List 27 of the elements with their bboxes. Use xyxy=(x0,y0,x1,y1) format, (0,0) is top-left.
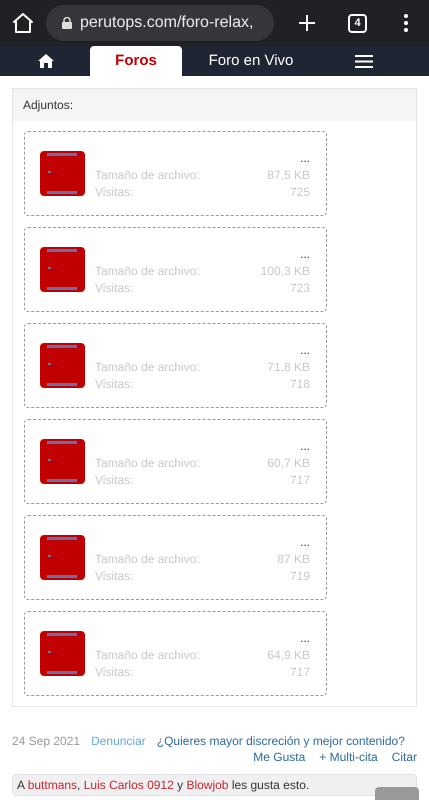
tab-count[interactable]: 4 xyxy=(348,14,367,32)
promo-link[interactable]: ¿Quieres mayor discreción y mejor contenido? xyxy=(156,733,405,749)
more-icon[interactable] xyxy=(403,13,409,33)
attachment-name[interactable]: ... xyxy=(300,342,310,358)
attachment-name[interactable]: ... xyxy=(300,630,310,646)
attachment-name[interactable]: ... xyxy=(300,246,310,262)
panel-title: Adjuntos: xyxy=(23,97,74,114)
user-link[interactable]: buttmans xyxy=(28,776,78,794)
home-icon xyxy=(38,54,54,68)
attachment-name[interactable]: ... xyxy=(300,438,310,454)
user-link[interactable]: Blowjob xyxy=(186,776,228,794)
home-icon[interactable] xyxy=(12,12,34,34)
post-action-link[interactable]: + Multi-cita xyxy=(319,749,378,765)
attachment-name[interactable]: ... xyxy=(300,534,310,550)
post-action-link[interactable]: Citar xyxy=(392,749,417,765)
menu-icon xyxy=(355,54,373,68)
nav-tab[interactable]: Foro en Vivo xyxy=(182,46,320,76)
attachment-name[interactable]: ... xyxy=(300,150,310,166)
url-field[interactable]: perutops.com/foro-relax, xyxy=(46,5,274,41)
post-action-link[interactable]: Me Gusta xyxy=(253,749,306,765)
url-text: perutops.com/foro-relax, xyxy=(80,13,254,33)
nav-tab[interactable]: Foros xyxy=(90,46,182,76)
plus-icon[interactable] xyxy=(298,14,316,32)
likes-text: A buttmans, Luis Carlos 0912 y Blowjob les gusta esto. xyxy=(12,774,417,796)
user-link[interactable]: Luis Carlos 0912 xyxy=(84,776,174,794)
lock-icon xyxy=(62,17,72,29)
post-date: 24 Sep 2021 xyxy=(12,733,80,749)
